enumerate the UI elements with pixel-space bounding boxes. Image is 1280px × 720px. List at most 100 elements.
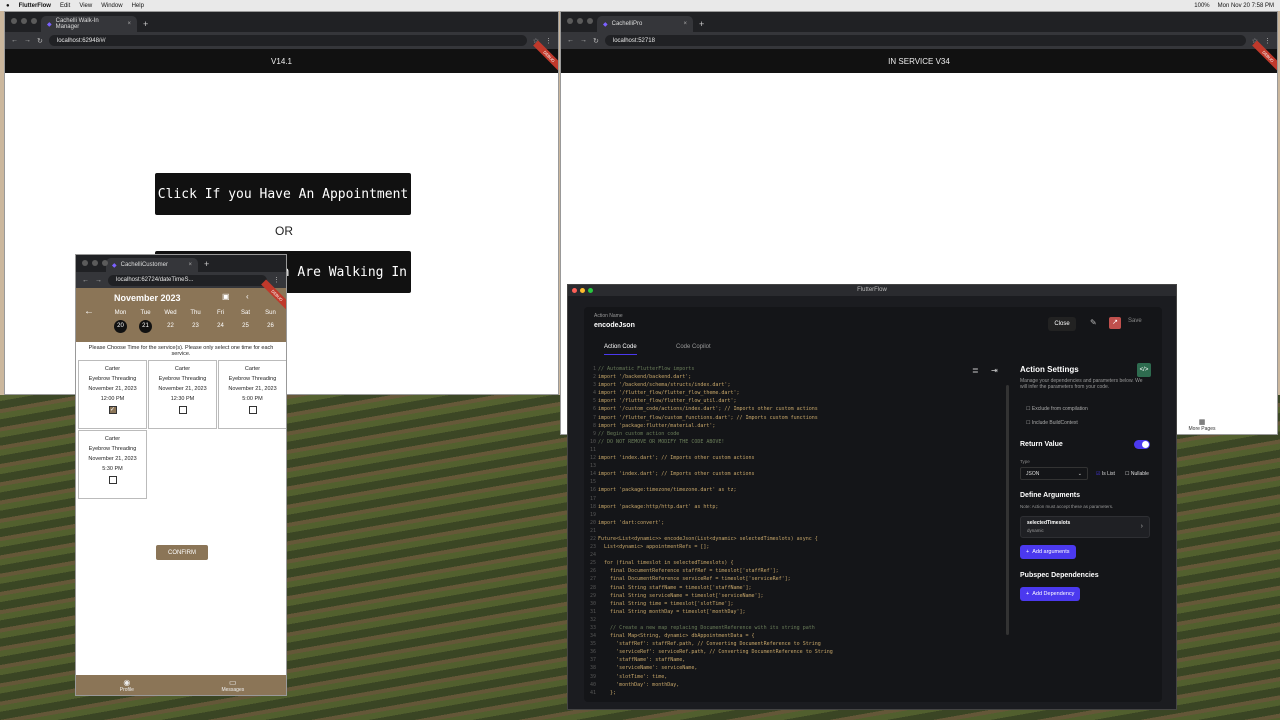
menu-dots-icon[interactable]: ⋮ <box>1264 37 1271 45</box>
add-arguments-button[interactable]: + Add arguments <box>1020 545 1076 559</box>
line-number: 18 <box>589 503 596 510</box>
menu-edit[interactable]: Edit <box>60 3 70 9</box>
reload-icon[interactable]: ↻ <box>593 37 599 45</box>
staff-name: Carter <box>244 366 261 372</box>
menu-dots-icon[interactable]: ⋮ <box>273 276 280 284</box>
code-editor[interactable]: // Automatic FlutterFlow imports import '… <box>598 365 1010 695</box>
day-wed[interactable]: Wed 22 <box>158 310 183 333</box>
line-number: 3 <box>592 382 596 389</box>
day-thu[interactable]: Thu 23 <box>183 310 208 333</box>
line-number: 35 <box>589 641 596 648</box>
add-dependency-button[interactable]: + Add Dependency <box>1020 587 1081 601</box>
timeslot-card[interactable]: Carter Eyebrow Threading November 21, 20… <box>218 360 286 429</box>
timeslot-card[interactable]: Carter Eyebrow Threading November 21, 20… <box>78 430 147 499</box>
include-buildcontext-option[interactable]: ☐ Include BuildContext <box>1026 420 1078 426</box>
url-field[interactable]: localhost:52718 <box>604 35 1246 46</box>
close-button[interactable]: Close <box>1048 317 1076 331</box>
action-name-field[interactable]: encodeJson <box>594 322 734 329</box>
tool-icon[interactable]: ✎ <box>1090 318 1097 327</box>
address-bar-row: ← → ↻ localhost:62948/#/ ☆ ⋮ <box>5 32 558 49</box>
nav-messages[interactable]: ▭ Messages <box>221 678 244 693</box>
add-arguments-label: Add arguments <box>1032 549 1070 555</box>
code-view-icon[interactable]: </> <box>1137 363 1151 377</box>
back-icon[interactable]: ← <box>11 37 18 44</box>
url-field[interactable]: localhost:62724/dateTimeS... <box>108 274 267 286</box>
line-number: 39 <box>589 673 596 680</box>
line-number: 22 <box>589 535 596 542</box>
confirm-button[interactable]: CONFIRM <box>156 545 208 560</box>
slot-checkbox[interactable] <box>108 476 117 484</box>
menu-app-name[interactable]: FlutterFlow <box>19 3 51 9</box>
close-tab-icon[interactable]: × <box>127 21 131 27</box>
new-tab-icon[interactable]: + <box>204 259 209 269</box>
nullable-checkbox[interactable]: ☐ Nullable <box>1125 471 1149 477</box>
window-controls[interactable] <box>572 288 593 293</box>
new-tab-icon[interactable]: + <box>699 19 704 29</box>
type-dropdown[interactable]: JSON ⌄ <box>1020 467 1088 480</box>
code-line: List<dynamic> appointmentRefs = []; <box>598 544 710 551</box>
app-header: V14.1 DEBUG <box>5 40 558 73</box>
browser-tab[interactable]: ◆ CachelliPro × <box>597 16 693 32</box>
messages-icon: ▭ <box>229 677 237 687</box>
close-tab-icon[interactable]: × <box>683 21 687 27</box>
back-icon[interactable]: ← <box>567 37 574 44</box>
tab-code-copilot[interactable]: Code Copilot <box>676 344 711 350</box>
forward-icon[interactable]: → <box>95 277 102 284</box>
save-button[interactable]: Save <box>1128 318 1142 324</box>
day-label: Fri <box>217 310 224 316</box>
prev-month-icon[interactable]: ‹ <box>246 292 249 301</box>
arguments-note: Note: Action must accept these as parame… <box>1020 504 1114 509</box>
slot-time: 5:00 PM <box>242 396 263 402</box>
day-fri[interactable]: Fri 24 <box>208 310 233 333</box>
menu-window[interactable]: Window <box>101 3 122 9</box>
nav-profile[interactable]: ◉ Profile <box>120 678 134 693</box>
instructions-text: Please Choose Time for the service(s). P… <box>88 345 274 357</box>
slot-checkbox[interactable] <box>248 406 257 414</box>
menu-help[interactable]: Help <box>132 3 144 9</box>
url-field[interactable]: localhost:62948/#/ <box>48 35 527 46</box>
appointment-button[interactable]: Click If you Have An Appointment <box>155 173 411 215</box>
browser-tab[interactable]: ◆ Cachelli Walk-In Manager × <box>41 16 137 32</box>
line-number: 14 <box>589 471 596 478</box>
day-mon[interactable]: Mon 20 <box>108 310 133 333</box>
return-value-toggle[interactable] <box>1134 440 1150 449</box>
timeslot-card[interactable]: Carter Eyebrow Threading November 21, 20… <box>78 360 147 429</box>
chevron-down-icon: ⌄ <box>1077 471 1082 477</box>
apple-icon[interactable]: ● <box>6 3 10 9</box>
line-number: 28 <box>589 584 596 591</box>
battery-indicator[interactable]: 100% <box>1194 3 1209 9</box>
day-sun[interactable]: Sun 26 <box>258 310 283 333</box>
day-tue[interactable]: Tue 21 <box>133 310 158 333</box>
close-tab-icon[interactable]: × <box>188 262 192 268</box>
grid-icon: ▦ <box>1198 419 1206 426</box>
argument-row[interactable]: selectedTimeslots dynamic › <box>1020 516 1150 538</box>
day-sat[interactable]: Sat 25 <box>233 310 258 333</box>
browser-tab[interactable]: ◆ CachelliCustomer × <box>106 258 198 272</box>
back-icon[interactable]: ← <box>82 277 89 284</box>
url-text: localhost:62724/dateTimeS... <box>116 277 194 283</box>
open-external-icon[interactable]: ↗ <box>1109 317 1121 329</box>
is-list-checkbox[interactable]: ☑ Is List <box>1096 471 1115 477</box>
slot-checkbox[interactable]: ✓ <box>108 406 117 414</box>
reload-icon[interactable]: ↻ <box>37 37 43 45</box>
menubar-clock[interactable]: Mon Nov 20 7:58 PM <box>1218 3 1274 9</box>
slot-checkbox[interactable] <box>178 406 187 414</box>
week-day-row: Mon 20 Tue 21 Wed 22 Thu 23 Fri 24 Sat 25 Sun 2… <box>108 310 283 333</box>
new-tab-icon[interactable]: + <box>143 19 148 29</box>
more-pages-button[interactable]: ▦ More Pages <box>1187 418 1217 432</box>
window-controls[interactable] <box>567 18 593 24</box>
calendar-icon[interactable]: ▣ <box>222 292 230 301</box>
editor-scrollbar[interactable] <box>1006 385 1009 635</box>
code-line: // Automatic FlutterFlow imports <box>598 366 695 372</box>
back-arrow-icon[interactable]: ← <box>84 306 94 317</box>
timeslot-card[interactable]: Carter Eyebrow Threading November 21, 20… <box>148 360 217 429</box>
forward-icon[interactable]: → <box>24 37 31 44</box>
tab-action-code[interactable]: Action Code <box>604 344 637 355</box>
line-number: 29 <box>589 592 596 599</box>
window-controls[interactable] <box>11 18 37 24</box>
window-controls[interactable] <box>82 260 108 266</box>
menu-dots-icon[interactable]: ⋮ <box>545 37 552 45</box>
exclude-compilation-option[interactable]: ☐ Exclude from compilation <box>1026 406 1088 412</box>
menu-view[interactable]: View <box>79 3 92 9</box>
forward-icon[interactable]: → <box>580 37 587 44</box>
